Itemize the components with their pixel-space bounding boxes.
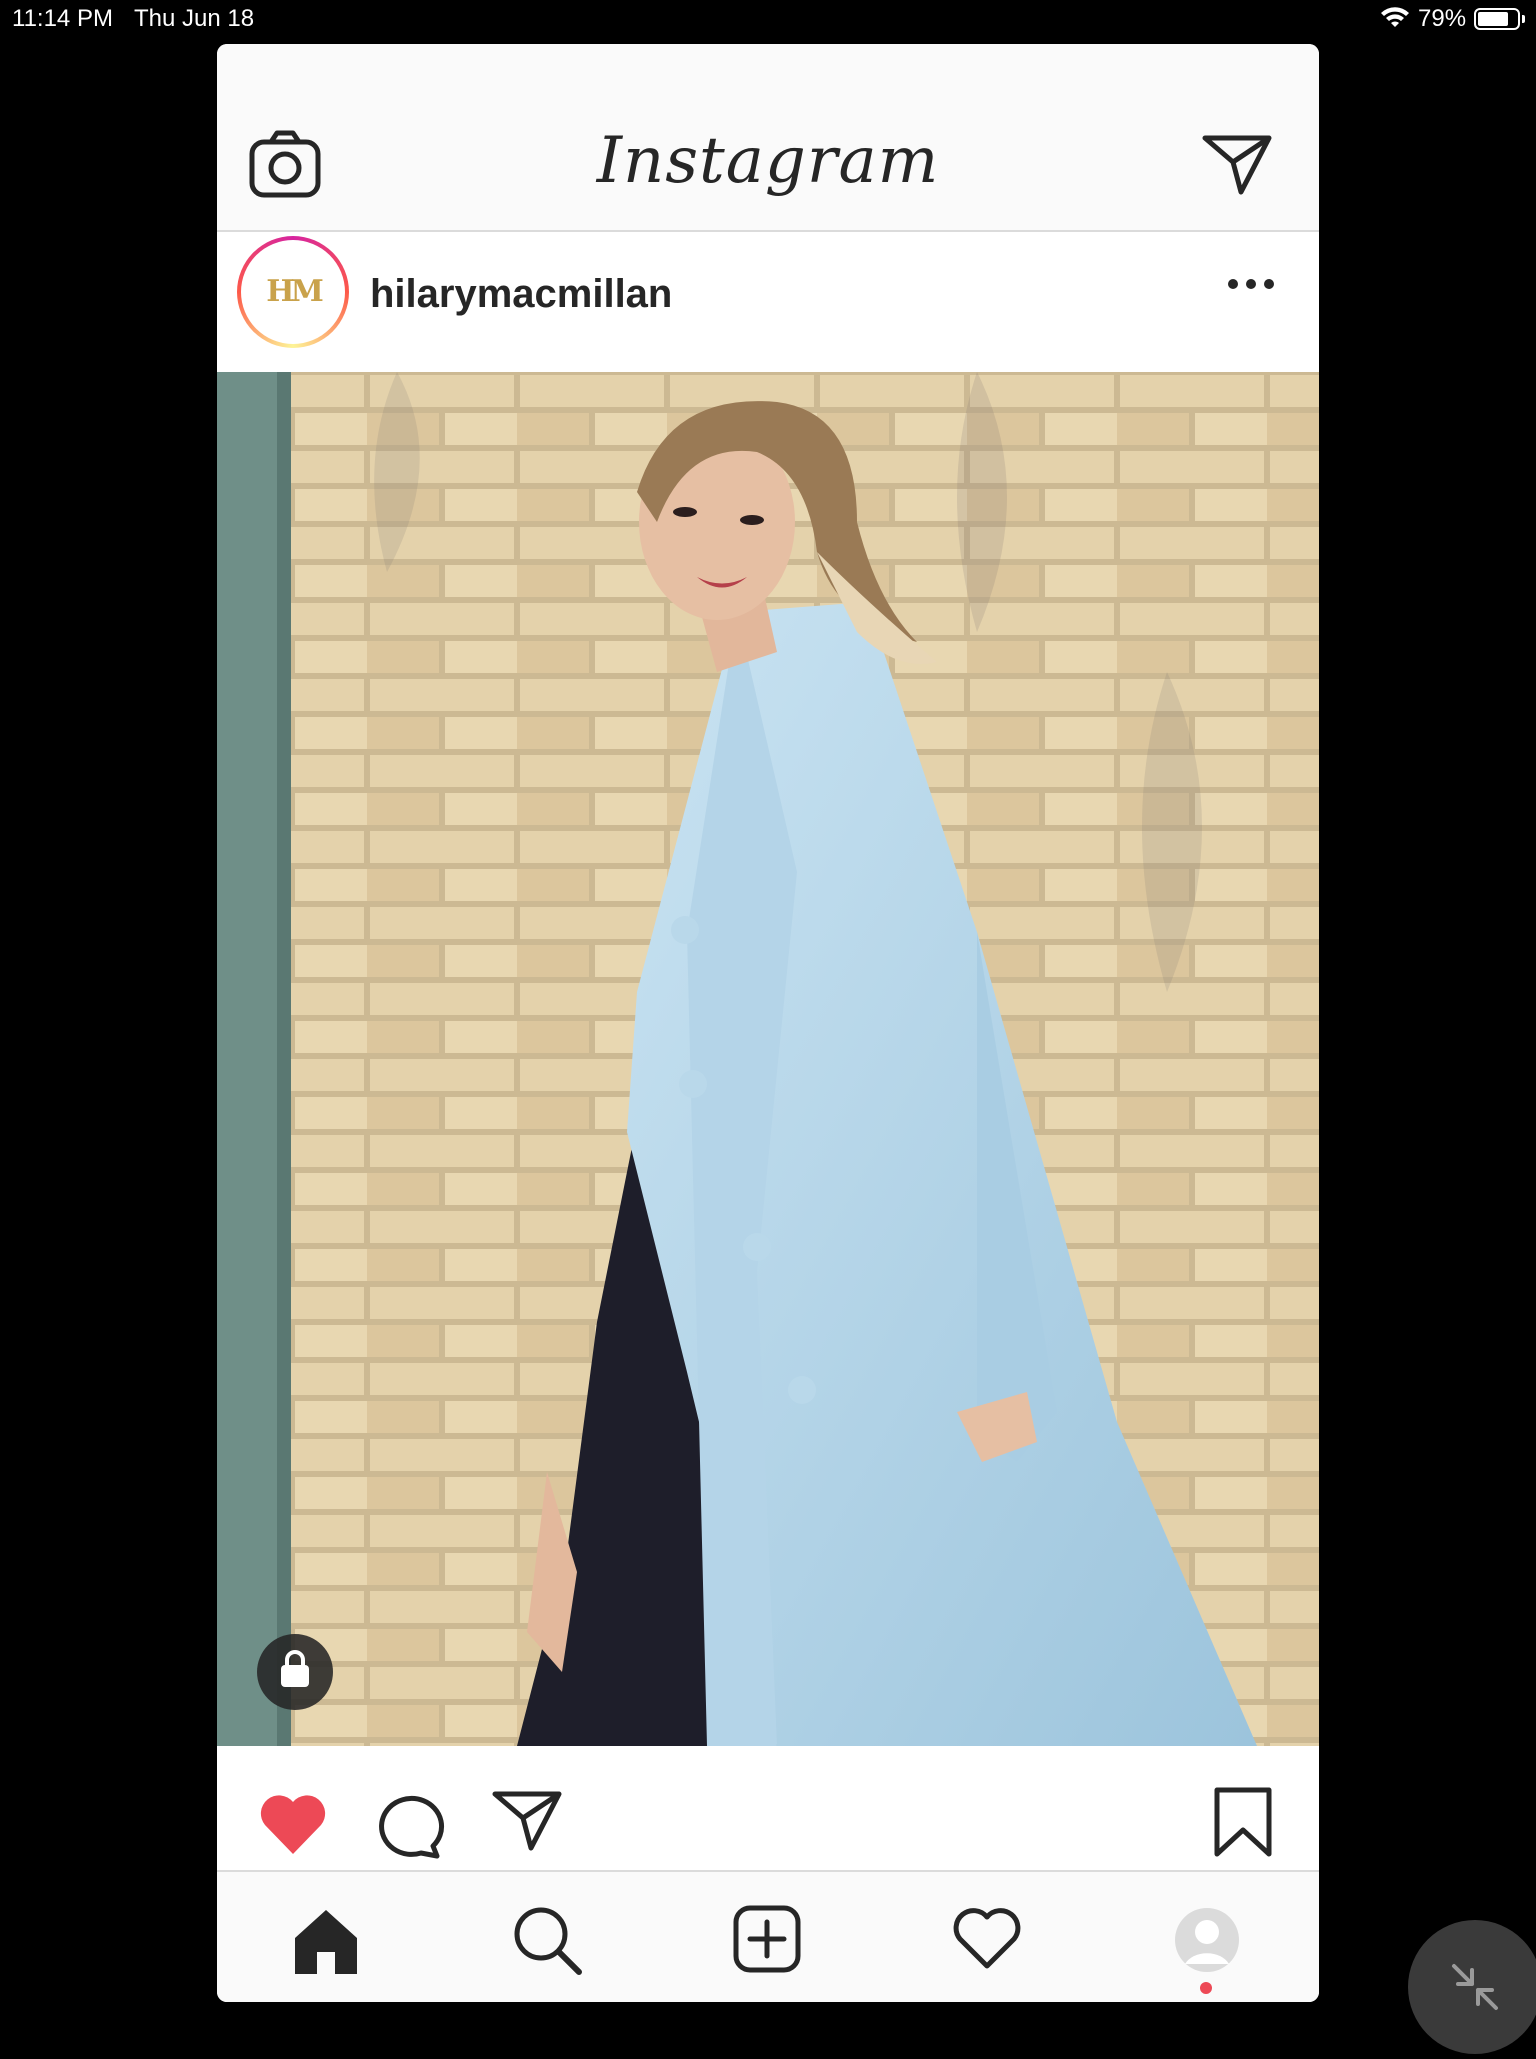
- search-icon[interactable]: [511, 1904, 583, 1981]
- activity-heart-icon[interactable]: [951, 1906, 1023, 1977]
- add-post-icon[interactable]: [732, 1904, 802, 1979]
- more-options-icon[interactable]: [1227, 274, 1275, 299]
- tab-bar: [217, 1870, 1319, 2002]
- wifi-icon: [1380, 6, 1410, 37]
- post-image[interactable]: [217, 372, 1319, 1746]
- status-date: Thu Jun 18: [134, 5, 255, 32]
- shopping-bag-icon[interactable]: [257, 1634, 333, 1710]
- comment-icon[interactable]: [375, 1792, 445, 1865]
- post-username[interactable]: hilarymacmillan: [370, 272, 672, 317]
- post-actions: [217, 1746, 1319, 1870]
- avatar-logo: HM: [266, 274, 324, 309]
- battery-icon: [1474, 8, 1525, 30]
- status-time: 11:14 PM: [12, 5, 113, 32]
- direct-message-icon[interactable]: [1201, 132, 1273, 201]
- status-bar: 11:14 PM Thu Jun 18 79%: [0, 0, 1536, 40]
- home-icon[interactable]: [291, 1906, 361, 1981]
- profile-avatar-icon[interactable]: [1173, 1906, 1241, 1979]
- app-header: Instagram: [217, 44, 1319, 232]
- post-photo-illustration: [217, 372, 1319, 1746]
- battery-percent: 79%: [1418, 5, 1467, 32]
- share-icon[interactable]: [491, 1788, 563, 1857]
- notification-dot: [1200, 1982, 1212, 1994]
- instagram-app: Instagram HM hilarymacmillan: [217, 44, 1319, 2002]
- bookmark-icon[interactable]: [1211, 1786, 1275, 1863]
- avatar[interactable]: HM: [237, 236, 349, 348]
- heart-filled-icon[interactable]: [257, 1792, 329, 1861]
- collapse-arrows-icon[interactable]: [1408, 1920, 1536, 2054]
- instagram-logo: Instagram: [596, 124, 940, 198]
